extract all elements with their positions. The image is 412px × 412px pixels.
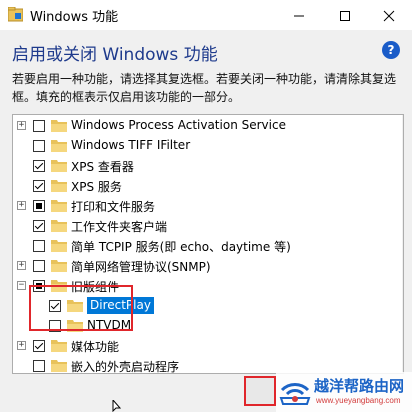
vertical-scrollbar[interactable]: ▲ ▼	[402, 115, 404, 373]
feature-checkbox[interactable]	[49, 320, 61, 332]
feature-checkbox[interactable]	[33, 200, 45, 212]
feature-label[interactable]: 打印和文件服务	[71, 198, 155, 215]
folder-icon	[51, 220, 67, 232]
folder-icon	[51, 180, 67, 192]
close-icon	[383, 10, 395, 22]
windows-features-icon	[8, 7, 23, 22]
folder-icon	[51, 360, 67, 372]
expand-icon[interactable]: +	[17, 341, 26, 350]
feature-checkbox[interactable]	[33, 260, 45, 272]
feature-checkbox[interactable]	[33, 160, 45, 172]
watermark-url: www.yueyangbang.com	[316, 396, 401, 405]
feature-label[interactable]: Windows Process Activation Service	[71, 118, 286, 132]
tree-row[interactable]: + 简单网络管理协议(SNMP)	[13, 256, 383, 276]
expand-icon[interactable]: +	[17, 121, 26, 130]
window-title: Windows 功能	[30, 10, 119, 25]
collapse-icon[interactable]: −	[17, 281, 26, 290]
folder-icon	[51, 140, 67, 152]
maximize-button[interactable]	[322, 0, 368, 30]
tree-row[interactable]: − 旧版组件	[13, 276, 383, 296]
feature-label[interactable]: Windows TIFF IFilter	[71, 138, 190, 152]
ok-button[interactable]	[244, 376, 276, 406]
folder-icon	[51, 160, 67, 172]
page-heading: 启用或关闭 Windows 功能	[12, 45, 218, 65]
description-text: 若要启用一种功能，请选择其复选框。若要关闭一种功能，请清除其复选框。填充的框表示…	[12, 72, 397, 104]
folder-icon	[67, 300, 83, 312]
feature-label[interactable]: 嵌入的外壳启动程序	[71, 358, 179, 373]
feature-label[interactable]: NTVDM	[87, 318, 131, 332]
feature-label[interactable]: XPS 服务	[71, 178, 122, 195]
feature-label[interactable]: 简单 TCPIP 服务(即 echo、daytime 等)	[71, 238, 291, 255]
maximize-icon	[340, 11, 350, 21]
tree-row[interactable]: NTVDM	[13, 316, 383, 336]
close-button[interactable]	[366, 0, 412, 30]
feature-checkbox[interactable]	[33, 360, 45, 372]
tree-row[interactable]: + Windows Process Activation Service	[13, 116, 383, 136]
tree-row[interactable]: DirectPlay	[13, 296, 383, 316]
feature-label[interactable]: 工作文件夹客户端	[71, 218, 167, 235]
expand-icon[interactable]: +	[17, 261, 26, 270]
mouse-cursor-icon	[112, 400, 122, 412]
scroll-down-icon[interactable]: ▼	[403, 359, 404, 371]
folder-icon	[67, 320, 83, 332]
watermark: 越洋帮路由网 www.yueyangbang.com	[276, 372, 412, 412]
feature-label[interactable]: 简单网络管理协议(SNMP)	[71, 258, 211, 275]
tree-row[interactable]: XPS 查看器	[13, 156, 383, 176]
title-bar: Windows 功能	[0, 0, 412, 30]
expand-icon[interactable]: +	[17, 201, 26, 210]
watermark-title: 越洋帮路由网	[314, 378, 405, 395]
folder-icon	[51, 280, 67, 292]
scroll-up-icon[interactable]: ▲	[403, 117, 404, 129]
tree-row[interactable]: Windows TIFF IFilter	[13, 136, 383, 156]
feature-checkbox[interactable]	[49, 300, 61, 312]
folder-icon	[51, 240, 67, 252]
folder-icon	[51, 260, 67, 272]
folder-icon	[51, 340, 67, 352]
tree-row[interactable]: 简单 TCPIP 服务(即 echo、daytime 等)	[13, 236, 383, 256]
feature-checkbox[interactable]	[33, 220, 45, 232]
minimize-button[interactable]	[276, 0, 322, 30]
feature-checkbox[interactable]	[33, 280, 45, 292]
feature-checkbox[interactable]	[33, 240, 45, 252]
feature-label[interactable]: 旧版组件	[71, 278, 119, 295]
folder-icon	[51, 200, 67, 212]
tree-row[interactable]: 工作文件夹客户端	[13, 216, 383, 236]
tree-row[interactable]: XPS 服务	[13, 176, 383, 196]
help-icon[interactable]: ?	[382, 41, 400, 59]
feature-label[interactable]: 媒体功能	[71, 338, 119, 355]
feature-tree: + Windows Process Activation Service Windo…	[12, 114, 404, 374]
folder-icon	[51, 120, 67, 132]
wifi-router-logo	[279, 383, 311, 405]
feature-label[interactable]: XPS 查看器	[71, 158, 134, 175]
feature-checkbox[interactable]	[33, 340, 45, 352]
feature-checkbox[interactable]	[33, 180, 45, 192]
tree-row[interactable]: + 媒体功能	[13, 336, 383, 356]
feature-checkbox[interactable]	[33, 120, 45, 132]
tree-row[interactable]: + 打印和文件服务	[13, 196, 383, 216]
feature-checkbox[interactable]	[33, 140, 45, 152]
minimize-icon	[294, 15, 304, 17]
feature-label[interactable]: DirectPlay	[87, 297, 154, 314]
